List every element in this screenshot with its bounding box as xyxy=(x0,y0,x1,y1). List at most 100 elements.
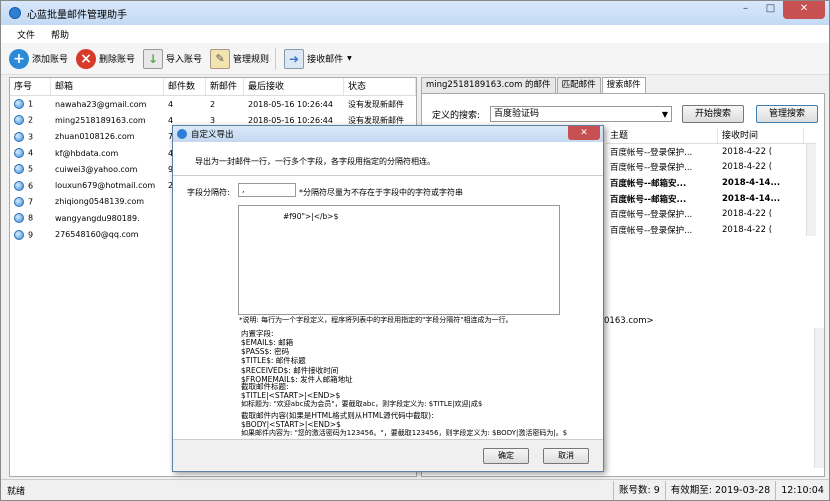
result-scrollbar[interactable] xyxy=(806,144,816,236)
rules-icon: ✎ xyxy=(210,48,231,69)
app-icon xyxy=(9,7,21,19)
dialog-description: 导出为一封邮件一行，一行多个字段，各字段用指定的分隔符相连。 xyxy=(195,157,435,166)
cell-time: 2018-4-22 ( xyxy=(722,162,773,173)
cell-status: 没有发现新邮件 xyxy=(348,99,404,109)
cell-subject: 百度帐号--登录保护... xyxy=(610,225,693,236)
delete-account-button[interactable]: × 删除账号 xyxy=(76,45,135,73)
dialog-footer: 确定 取消 xyxy=(173,439,603,471)
list-item[interactable]: 百度帐号--登录保护... 2018-4-22 ( xyxy=(606,206,816,222)
cell-count: 4 xyxy=(168,99,174,109)
cancel-button[interactable]: 取消 xyxy=(543,448,589,464)
cell-email: nawaha23@gmail.com xyxy=(55,99,147,109)
maximize-button[interactable]: □ xyxy=(758,1,783,19)
cell-email: cuiwei3@yahoo.com xyxy=(55,164,138,174)
list-item[interactable]: 百度帐号--邮箱安... 2018-4-14... xyxy=(606,175,816,191)
col-count[interactable]: 邮件数 xyxy=(164,78,206,95)
preview-text: 0163.com> xyxy=(604,316,654,326)
receive-icon: ➜ xyxy=(284,48,305,69)
list-item[interactable]: 百度帐号--邮箱安... 2018-4-14... xyxy=(606,191,816,207)
cell-no: 7 xyxy=(10,196,51,207)
account-icon xyxy=(14,115,24,126)
builtin-field: $EMAIL$: 邮箱 xyxy=(241,338,294,347)
cell-subject: 百度帐号--邮箱安... xyxy=(610,178,687,189)
cell-no: 8 xyxy=(10,213,51,224)
cell-no: 9 xyxy=(10,229,51,240)
list-item[interactable]: 百度帐号--登录保护... 2018-4-22 ( xyxy=(606,144,816,160)
account-icon xyxy=(14,229,24,240)
list-item[interactable]: 百度帐号--登录保护... 2018-4-22 ( xyxy=(606,222,816,238)
account-icon xyxy=(14,131,24,142)
cell-no: 6 xyxy=(10,180,51,191)
col-last[interactable]: 最后接收 xyxy=(244,78,344,95)
tab-matched-mail[interactable]: 匹配邮件 xyxy=(556,77,601,93)
app-icon xyxy=(177,129,187,139)
delete-icon: × xyxy=(76,48,97,69)
example2-desc: 如果邮件内容为: "您的激活密码为123456。"，要截取123456，则字段定… xyxy=(241,429,568,437)
col-status[interactable]: 状态 xyxy=(344,78,416,95)
menu-help[interactable]: 帮助 xyxy=(51,28,69,41)
separator-input[interactable]: , xyxy=(238,183,296,197)
col-email[interactable]: 邮箱 xyxy=(51,78,164,95)
import-icon: ↓ xyxy=(143,48,164,69)
manage-search-button[interactable]: 管理搜索 xyxy=(756,105,819,123)
start-search-button[interactable]: 开始搜索 xyxy=(682,105,745,123)
table-row[interactable]: 1 nawaha23@gmail.com 4 2 2018-05-16 10:26:44… xyxy=(10,96,416,112)
example1-desc: 如标题为: "欢迎abc成为会员"，要截取abc，则字段定义为: $TITLE|… xyxy=(241,400,483,408)
cell-no: 3 xyxy=(10,131,51,142)
builtin-field: $RECEIVED$: 邮件接收时间 xyxy=(241,365,339,375)
template-textarea[interactable]: #f90">|</b>$ xyxy=(238,205,560,315)
cell-no: 1 xyxy=(10,99,51,110)
search-result-list[interactable]: 主题 接收时间 百度帐号--登录保护... 2018-4-22 ( 百度帐号--登录… xyxy=(606,128,816,236)
minimize-button[interactable]: – xyxy=(733,1,758,19)
cell-new: 3 xyxy=(210,115,216,125)
account-icon xyxy=(14,164,24,175)
cell-email: louxun679@hotmail.com xyxy=(55,181,156,191)
col-new[interactable]: 新邮件 xyxy=(206,78,244,95)
cell-new: 2 xyxy=(210,99,216,109)
col-subject[interactable]: 主题 xyxy=(606,128,718,143)
col-no[interactable]: 序号 xyxy=(10,78,51,95)
receive-mail-button[interactable]: ➜ 接收邮件 ▼ xyxy=(284,45,352,73)
cell-time: 2018-4-14... xyxy=(722,193,781,204)
dialog-close-button[interactable]: ✕ xyxy=(568,126,600,140)
mail-tabs: ming2518189163.com 的邮件 匹配邮件 搜索邮件 xyxy=(421,77,825,94)
cell-no: 5 xyxy=(10,164,51,175)
cell-last: 2018-05-16 10:26:44 xyxy=(248,115,333,125)
example2-code: $BODY|<START>|<END>$ xyxy=(241,420,341,429)
account-list-header: 序号 邮箱 邮件数 新邮件 最后接收 状态 xyxy=(10,78,416,96)
status-time: 12:10:04 xyxy=(775,480,829,500)
col-time[interactable]: 接收时间 xyxy=(718,128,804,143)
import-account-button[interactable]: ↓ 导入账号 xyxy=(143,45,202,73)
tab-search-mail[interactable]: 搜索邮件 xyxy=(601,77,646,94)
cell-time: 2018-4-22 ( xyxy=(722,146,773,157)
status-ready: 就绪 xyxy=(7,486,26,497)
dialog-title-bar: 自定义导出 ✕ xyxy=(173,126,603,142)
add-account-button[interactable]: + 添加账号 xyxy=(9,45,68,73)
close-button[interactable]: ✕ xyxy=(783,1,825,19)
cell-subject: 百度帐号--登录保护... xyxy=(610,147,693,158)
status-valid-until: 有效期至: 2019-03-28 xyxy=(664,480,775,500)
custom-export-dialog: 自定义导出 ✕ 导出为一封邮件一行，一行多个字段，各字段用指定的分隔符相连。 字… xyxy=(172,125,604,472)
window-title: 心蓝批量邮件管理助手 xyxy=(27,9,127,21)
cell-no: 4 xyxy=(10,148,51,159)
cell-time: 2018-4-22 ( xyxy=(722,224,773,235)
preview-scrollbar[interactable] xyxy=(814,328,824,468)
menu-file[interactable]: 文件 xyxy=(17,28,35,41)
separator-hint: *分隔符尽量为不存在于字段中的字符或字符串 xyxy=(299,188,463,197)
cell-last: 2018-05-16 10:26:44 xyxy=(248,99,333,109)
cell-time: 2018-4-14... xyxy=(722,177,781,188)
status-bar: 就绪 账号数: 9 有效期至: 2019-03-28 12:10:04 xyxy=(1,479,829,500)
dialog-title: 自定义导出 xyxy=(191,130,234,140)
usage-note: *说明: 每行为一个字段定义，程序将列表中的字段用指定的"字段分隔符"相连成为一… xyxy=(239,316,513,324)
cell-subject: 百度帐号--邮箱安... xyxy=(610,194,687,205)
list-item[interactable]: 百度帐号--登录保护... 2018-4-22 ( xyxy=(606,160,816,176)
ok-button[interactable]: 确定 xyxy=(483,448,529,464)
manage-rules-button[interactable]: ✎ 管理规则 xyxy=(210,45,269,73)
account-icon xyxy=(14,213,24,224)
tab-account-mail[interactable]: ming2518189163.com 的邮件 xyxy=(421,77,556,93)
search-select[interactable]: 百度验证码 ▼ xyxy=(490,106,673,122)
cell-email: ming2518189163.com xyxy=(55,115,146,125)
chevron-down-icon[interactable]: ▼ xyxy=(347,55,352,62)
builtin-field: $TITLE$: 邮件标题 xyxy=(241,356,306,366)
example2-title: 截取邮件内容(如果是HTML格式则从HTML源代码中截取): xyxy=(241,411,434,420)
